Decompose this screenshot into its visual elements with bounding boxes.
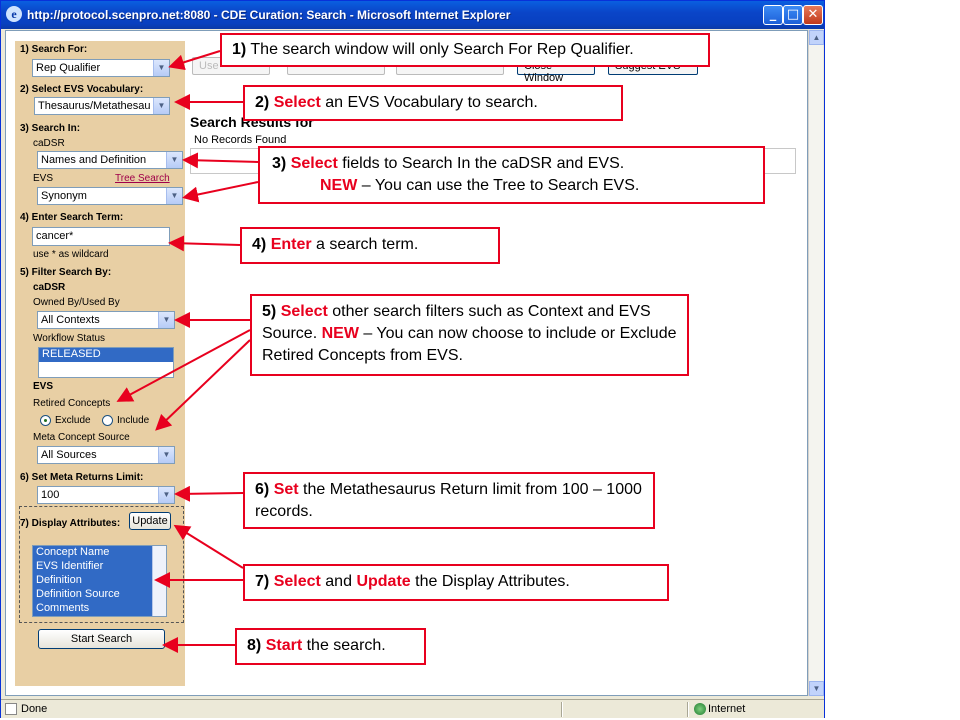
callout-text: an EVS Vocabulary to search. [325,94,538,111]
arrow-3b [182,181,259,203]
callout-verb: Select [290,155,338,172]
arrow-3a [182,152,259,169]
callout-6: 6) Set the Metathesaurus Return limit fr… [243,472,655,529]
callout-verb: Start [265,637,303,654]
callout-text: the Metathesaurus Return limit from 100 … [255,481,642,520]
callout-2: 2) Select an EVS Vocabulary to search. [243,85,623,121]
callout-verb: Enter [270,236,312,253]
arrow-1 [168,50,221,71]
callout-text: – You can use the Tree to Search EVS. [361,177,640,194]
callout-verb: Set [273,481,299,498]
callout-1: 1) The search window will only Search Fo… [220,33,710,67]
callout-number: 7) [255,573,270,590]
arrow-5c [155,339,251,431]
callout-verb: Update [356,573,411,590]
callout-8: 8) Start the search. [235,628,426,665]
callout-number: 1) [232,41,247,58]
callout-number: 4) [252,236,267,253]
arrow-4 [168,235,241,252]
callout-verb: Select [273,94,321,111]
arrow-7a [173,524,244,569]
callout-text: fields to Search In the caDSR and EVS. [342,155,625,172]
callout-number: 3) [272,155,287,172]
callout-text: and [325,573,352,590]
callout-7: 7) Select and Update the Display Attribu… [243,564,669,601]
callout-new: NEW [320,177,358,194]
callout-4: 4) Enter a search term. [240,227,500,264]
callout-number: 8) [247,637,262,654]
callout-text: the Display Attributes. [415,573,570,590]
arrow-5b [116,329,251,402]
callout-new: NEW [321,325,359,342]
callout-number: 6) [255,481,270,498]
callout-number: 2) [255,94,270,111]
callout-3: 3) Select fields to Search In the caDSR … [258,146,765,204]
arrow-6 [174,485,244,502]
callout-text: a search term. [316,236,419,253]
callout-text: The search window will only Search For R… [250,41,634,58]
callout-verb: Select [273,573,321,590]
callout-number: 5) [262,303,277,320]
callout-text: the search. [306,637,386,654]
callout-verb: Select [280,303,328,320]
callout-5: 5) Select other search filters such as C… [250,294,689,376]
